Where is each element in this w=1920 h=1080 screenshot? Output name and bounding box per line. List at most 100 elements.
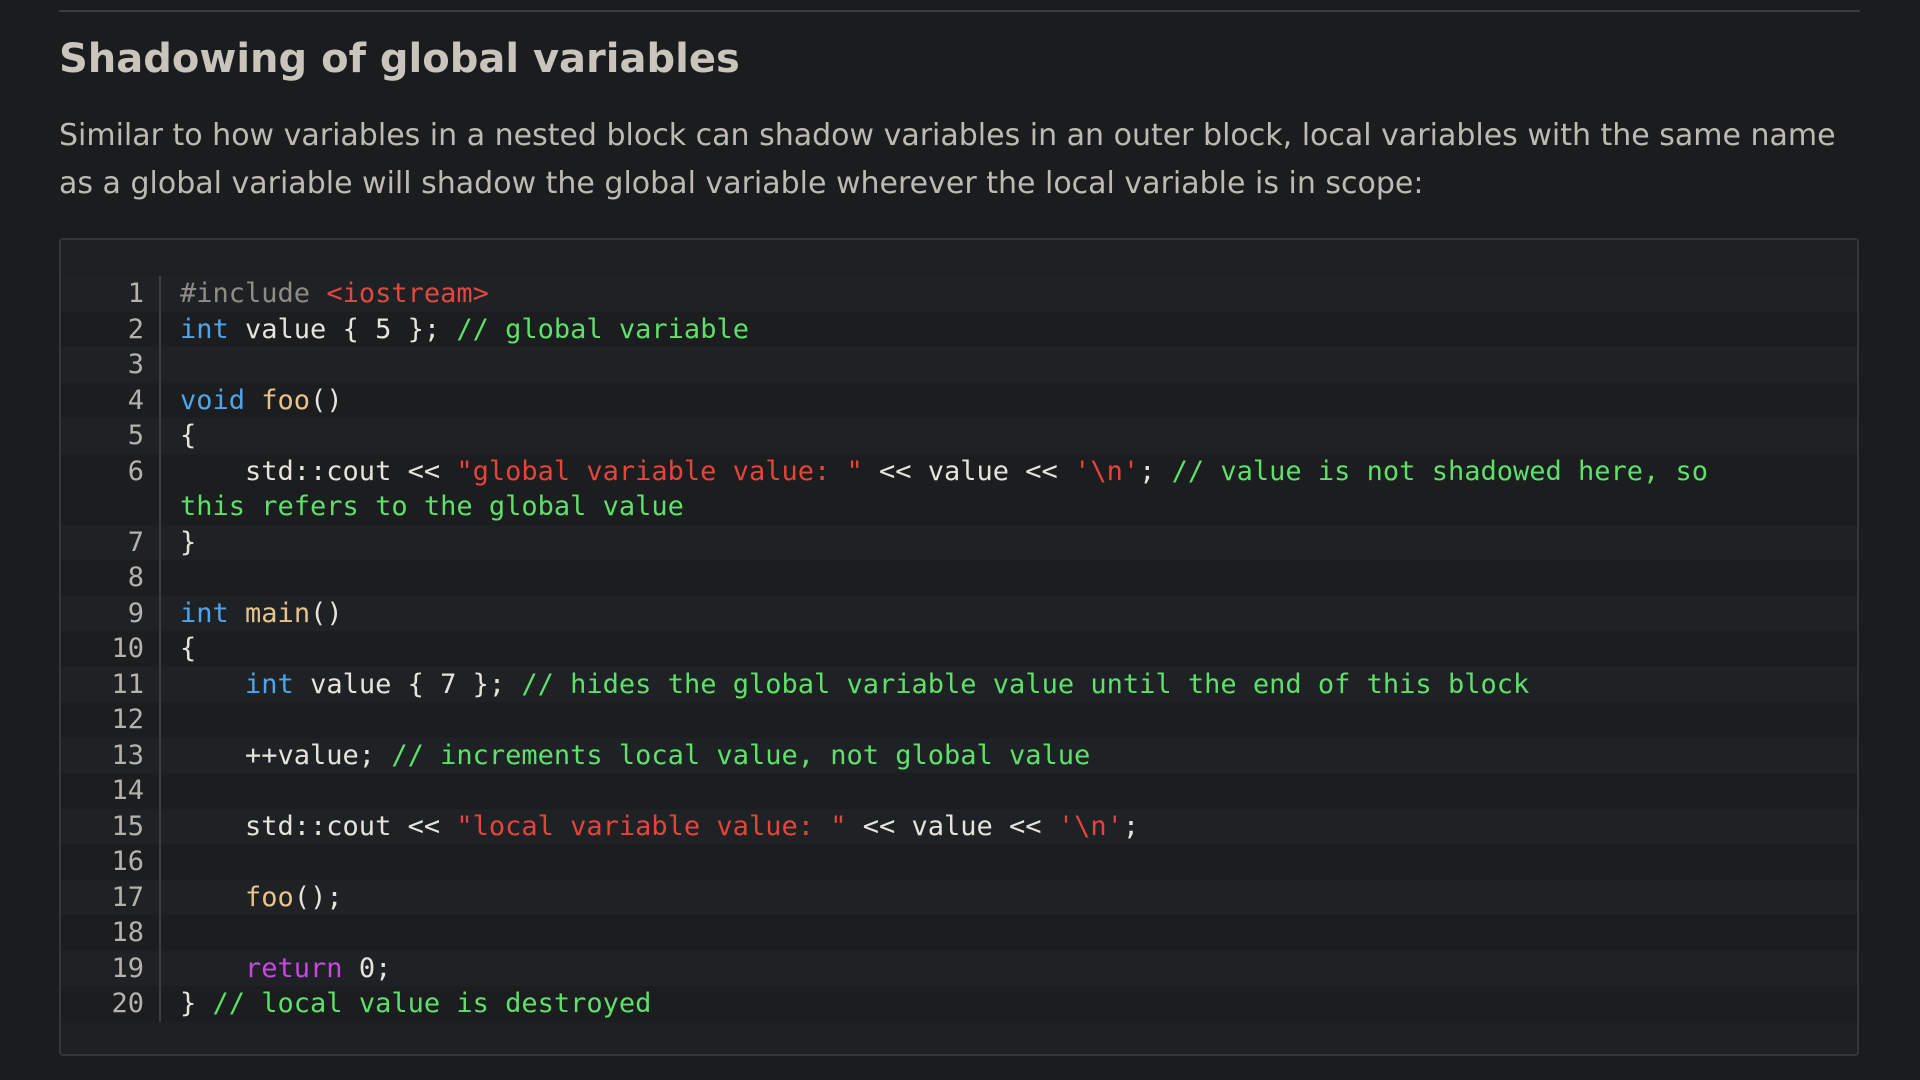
code-line-17: 17 foo();: [61, 879, 1857, 916]
code-plain: [245, 385, 261, 416]
code-line-13: 13 ++value; // increments local value, n…: [61, 737, 1857, 774]
char-literal: '\n': [1074, 455, 1140, 487]
include-header: <iostream>: [326, 278, 489, 309]
code-text: int value { 5 }; // global variable: [161, 312, 1857, 348]
keyword: void: [180, 384, 246, 416]
line-number: 12: [111, 704, 144, 735]
code-plain: << value <<: [846, 810, 1058, 842]
code-line-9: 9 int main(): [61, 595, 1857, 632]
code-line-12: 12: [61, 702, 1857, 738]
code-plain: (): [310, 384, 343, 416]
code-plain: ;: [1122, 810, 1140, 842]
keyword: int: [180, 313, 229, 345]
line-number: 6: [127, 455, 144, 487]
code-line-6-wrap: this refers to the global value: [61, 489, 1857, 525]
code-comment: // local value is destroyed: [212, 988, 652, 1019]
code-plain: << value <<: [862, 455, 1075, 487]
code-line-10: 10 {: [61, 631, 1857, 667]
line-number: 18: [111, 917, 144, 948]
top-divider: [59, 10, 1860, 12]
string-literal: "global variable value: ": [456, 455, 863, 487]
code-line-3: 3: [61, 347, 1857, 383]
char-literal: '\n': [1057, 810, 1123, 842]
line-number: 9: [127, 597, 144, 629]
code-text: }: [161, 525, 1857, 561]
code-plain: 0;: [342, 952, 392, 984]
keyword: int: [245, 668, 294, 700]
code-block[interactable]: 1 #include <iostream> 2 int value { 5 };…: [59, 238, 1859, 1056]
code-line-5: 5 {: [61, 418, 1857, 454]
preprocessor-directive: #include: [180, 278, 327, 309]
line-number: 4: [127, 384, 144, 416]
line-number: 3: [127, 349, 144, 380]
line-number: 13: [111, 739, 144, 771]
code-plain: [229, 598, 245, 629]
code-line-7: 7 }: [61, 524, 1857, 561]
code-comment: this refers to the global value: [180, 491, 684, 522]
code-line-15: 15 std::cout << "local variable value: "…: [61, 808, 1857, 845]
function-name: foo: [245, 881, 294, 913]
code-plain: {: [180, 420, 197, 451]
string-literal: "local variable value: ": [456, 810, 847, 842]
line-number: 20: [111, 988, 144, 1019]
section-heading: Shadowing of global variables: [59, 36, 740, 82]
code-line-8: 8: [61, 560, 1857, 596]
code-text: int main(): [161, 596, 1857, 632]
code-text: foo();: [161, 880, 1857, 916]
code-line-18: 18: [61, 915, 1857, 951]
code-comment: // global variable: [456, 313, 749, 345]
line-number: 8: [127, 562, 144, 593]
line-number: 19: [111, 952, 144, 984]
code-text: #include <iostream>: [161, 276, 1857, 312]
code-line-14: 14: [61, 773, 1857, 809]
line-number: 2: [127, 313, 144, 345]
return-keyword: return: [245, 952, 343, 984]
line-number: 1: [127, 278, 144, 309]
code-plain: {: [180, 633, 197, 664]
code-comment: // value is not shadowed here, so: [1171, 455, 1709, 487]
line-number: 7: [127, 526, 144, 558]
line-number: 16: [111, 846, 144, 877]
line-number: 10: [111, 633, 144, 664]
code-text: {: [161, 418, 1857, 454]
code-text: return 0;: [161, 951, 1857, 987]
code-plain: value { 5 };: [228, 313, 457, 345]
code-line-6: 6 std::cout << "global variable value: "…: [61, 453, 1857, 489]
code-plain: }: [180, 526, 197, 558]
code-plain: (): [310, 597, 343, 629]
code-line-2: 2 int value { 5 }; // global variable: [61, 311, 1857, 348]
code-plain: }: [180, 988, 213, 1019]
code-plain: value { 7 };: [293, 668, 522, 700]
keyword: int: [180, 597, 229, 629]
intro-paragraph: Similar to how variables in a nested blo…: [59, 118, 1836, 201]
line-number: 14: [111, 775, 144, 806]
code-lines: 1 #include <iostream> 2 int value { 5 };…: [61, 276, 1857, 1022]
code-text: std::cout << "local variable value: " <<…: [161, 809, 1857, 845]
line-number: 5: [127, 420, 144, 451]
code-plain: ;: [1139, 455, 1172, 487]
code-line-19: 19 return 0;: [61, 950, 1857, 987]
line-number: 17: [111, 881, 144, 913]
line-number: 15: [111, 810, 144, 842]
function-name: main: [245, 597, 311, 629]
code-line-16: 16: [61, 844, 1857, 880]
line-number: 11: [111, 668, 144, 700]
code-comment: // hides the global variable value until…: [521, 668, 1530, 700]
function-name: foo: [261, 384, 311, 416]
code-text: void foo(): [161, 383, 1857, 419]
code-text: this refers to the global value: [161, 489, 1857, 525]
code-line-11: 11 int value { 7 }; // hides the global …: [61, 666, 1857, 702]
code-text: ++value; // increments local value, not …: [161, 738, 1857, 774]
code-plain: ++value;: [180, 739, 392, 771]
code-line-4: 4 void foo(): [61, 382, 1857, 419]
code-text: {: [161, 631, 1857, 667]
